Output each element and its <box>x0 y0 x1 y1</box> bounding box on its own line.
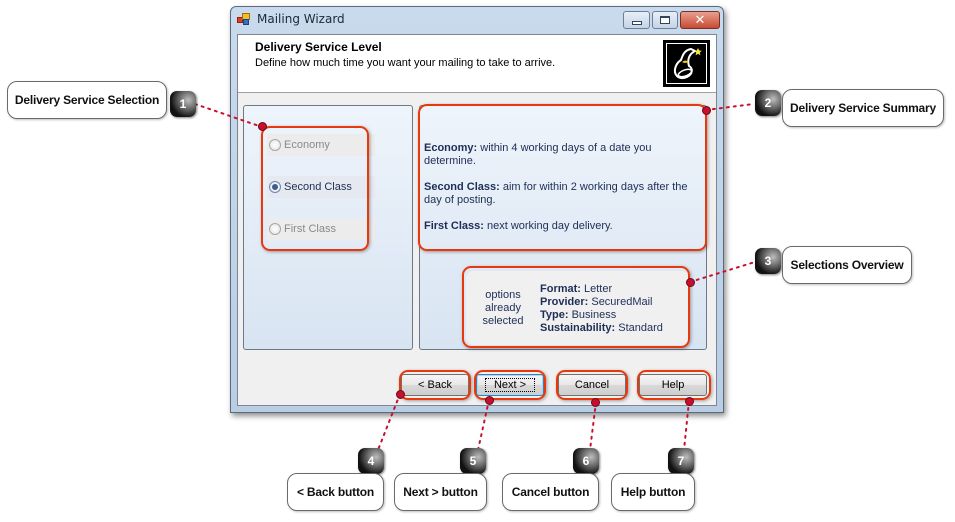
close-icon: ✕ <box>694 12 706 28</box>
callout-label-next-button: Next > button <box>394 473 487 511</box>
callout-pin-2 <box>702 106 711 115</box>
callout-pin-1 <box>258 122 267 131</box>
callout-badge-5: 5 <box>460 448 486 474</box>
callout-label-delivery-service-summary: Delivery Service Summary <box>782 89 944 127</box>
callout-pin-4 <box>396 390 405 399</box>
callout-badge-4: 4 <box>358 448 384 474</box>
wizard-hat-icon <box>663 40 710 87</box>
highlight-help-button <box>637 370 711 400</box>
highlight-delivery-selection <box>261 126 369 251</box>
highlight-selections-overview <box>462 266 690 348</box>
maximize-button[interactable] <box>652 11 678 29</box>
callout-pin-3 <box>686 278 695 287</box>
window-title: Mailing Wizard <box>257 12 345 26</box>
wizard-header: Delivery Service Level Define how much t… <box>238 35 716 93</box>
title-bar[interactable]: Mailing Wizard ✕ <box>231 7 723 32</box>
callout-label-help-button: Help button <box>611 473 695 511</box>
highlight-back-button <box>399 370 471 400</box>
page-title: Delivery Service Level <box>255 40 382 54</box>
callout-label-cancel-button: Cancel button <box>502 473 599 511</box>
callout-label-selections-overview: Selections Overview <box>782 246 912 284</box>
callout-badge-1: 1 <box>170 91 196 117</box>
callout-badge-3: 3 <box>755 248 781 274</box>
highlight-next-button <box>474 370 546 400</box>
callout-label-back-button: < Back button <box>287 473 384 511</box>
highlight-cancel-button <box>556 370 628 400</box>
app-icon <box>237 13 251 25</box>
close-button[interactable]: ✕ <box>680 11 720 29</box>
callout-pin-5 <box>485 396 494 405</box>
callout-label-delivery-service-selection: Delivery Service Selection <box>7 81 167 119</box>
page-subtitle: Define how much time you want your maili… <box>255 57 556 69</box>
callout-pin-7 <box>685 397 694 406</box>
maximize-icon <box>660 16 670 24</box>
minimize-button[interactable] <box>623 11 650 29</box>
minimize-icon <box>631 20 642 25</box>
callout-badge-6: 6 <box>573 448 599 474</box>
callout-badge-2: 2 <box>755 90 781 116</box>
callout-badge-7: 7 <box>668 448 694 474</box>
highlight-delivery-summary <box>418 104 707 251</box>
callout-pin-6 <box>591 398 600 407</box>
